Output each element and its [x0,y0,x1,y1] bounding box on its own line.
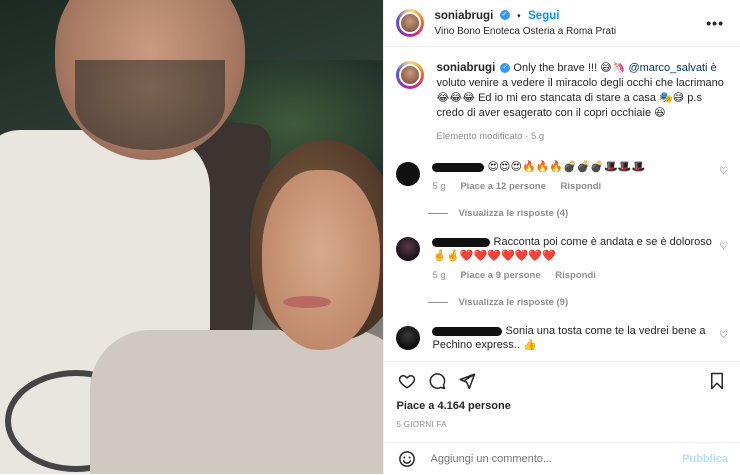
comment-input[interactable] [428,452,683,466]
likes-count[interactable]: Piace a 4.164 persone [396,400,728,412]
add-comment-bar: Pubblica [384,442,740,475]
caption-meta: Elemento modificato · 5 g [436,131,545,142]
verified-badge-icon: ✓ [500,63,511,74]
view-replies-label: Visualizza le risposte (9) [458,297,569,308]
caption-mention-link[interactable]: @marco_salvati [628,62,707,74]
redacted-username [432,237,491,247]
comment-likes[interactable]: Piace a 9 persone [460,270,540,281]
verified-badge-icon: ✓ [499,9,510,20]
author-avatar[interactable] [396,9,425,37]
comment-bubble-icon[interactable] [426,370,448,392]
like-heart-icon[interactable] [396,370,418,392]
post-date[interactable]: 5 GIORNI FA [396,420,728,429]
view-replies-button[interactable]: Visualizza le risposte (4) [428,208,728,219]
post-photo[interactable] [0,0,384,474]
comments-list[interactable]: soniabrugi ✓ Only the brave !!! 😅🦄 @marc… [384,47,740,361]
view-replies-label: Visualizza le risposte (4) [458,208,569,219]
save-bookmark-icon[interactable] [706,370,728,392]
photo-woman-lips [283,296,331,308]
comment-item: Sonia una tosta come te la vedrei bene a… [396,324,728,352]
redacted-username [432,326,503,336]
author-username[interactable]: soniabrugi [434,10,493,22]
comment-time: 5 g [432,270,446,281]
redacted-username [432,162,485,172]
comment-like-heart-icon[interactable]: ♡ [719,330,728,341]
comment-like-heart-icon[interactable]: ♡ [719,241,728,252]
caption-username[interactable]: soniabrugi [436,62,495,74]
caption-text-start: Only the brave !!! 😅🦄 [513,62,629,74]
emoji-smiley-icon[interactable] [396,448,418,470]
comment-time: 5 g [432,181,446,192]
instagram-post-window: soniabrugi ✓ • Segui Vino Bono Enoteca O… [0,0,740,474]
commenter-avatar[interactable] [396,326,421,350]
comment-like-heart-icon[interactable]: ♡ [719,166,728,177]
comment-likes[interactable]: Piace a 12 persone [460,181,546,192]
comment-item: 😍😍😍🔥🔥🔥💣💣💣🎩🎩🎩 5 g Piace a 12 persone Risp… [396,160,728,194]
separator-dot: • [517,11,521,22]
post-location[interactable]: Vino Bono Enoteca Osteria a Roma Prati [434,24,702,39]
post-actions: Piace a 4.164 persone 5 GIORNI FA [384,361,740,429]
replies-line [428,302,449,303]
follow-button[interactable]: Segui [528,10,559,22]
commenter-avatar[interactable] [396,162,421,186]
publish-button[interactable]: Pubblica [682,453,728,465]
commenter-avatar[interactable] [396,237,421,261]
reply-button[interactable]: Rispondi [561,181,602,192]
share-send-icon[interactable] [456,370,478,392]
view-replies-button[interactable]: Visualizza le risposte (9) [428,297,728,308]
post-side-panel: soniabrugi ✓ • Segui Vino Bono Enoteca O… [383,0,740,474]
replies-line [428,213,449,214]
more-options-icon[interactable]: ••• [702,15,728,31]
post-caption: soniabrugi ✓ Only the brave !!! 😅🦄 @marc… [396,47,728,144]
post-header: soniabrugi ✓ • Segui Vino Bono Enoteca O… [384,0,740,47]
photo-man-beard [75,60,225,150]
photo-woman-face [262,170,380,350]
comment-item: Racconta poi come è andata e se è doloro… [396,235,728,283]
comment-text: 😍😍😍🔥🔥🔥💣💣💣🎩🎩🎩 [487,161,646,173]
photo-woman-sweater [90,330,384,474]
reply-button[interactable]: Rispondi [555,270,596,281]
caption-avatar[interactable] [396,61,425,89]
